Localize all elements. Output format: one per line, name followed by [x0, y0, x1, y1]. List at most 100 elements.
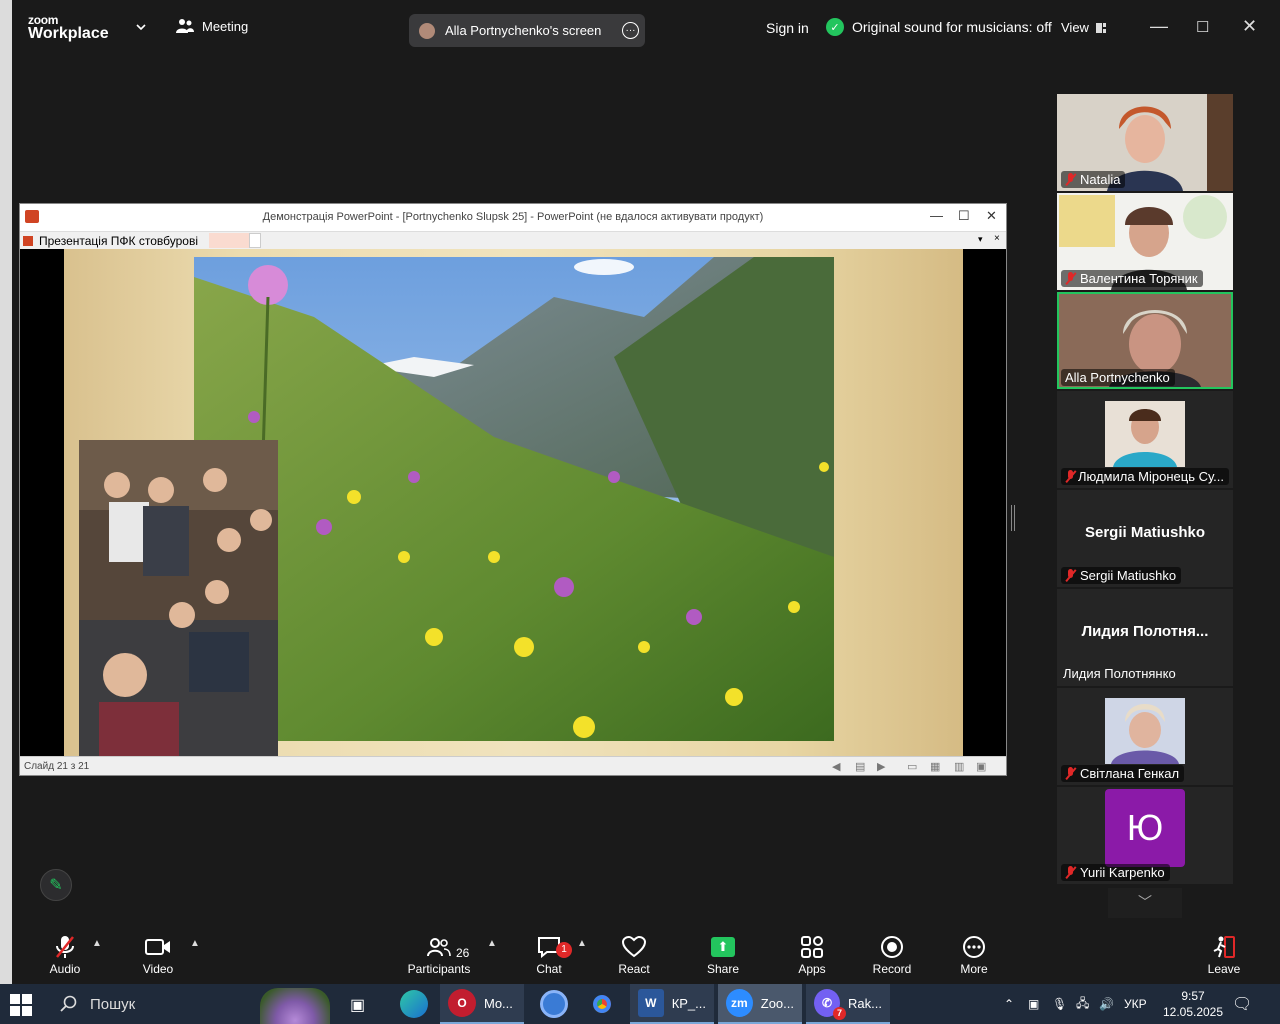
- clock[interactable]: 9:57 12.05.2025: [1160, 988, 1226, 1020]
- participant-tile[interactable]: Світлана Генкал: [1057, 688, 1233, 785]
- ppt-close-button[interactable]: ✕: [986, 208, 997, 224]
- participant-name: Валентина Торяник: [1080, 271, 1198, 286]
- mic-muted-icon: [1065, 272, 1076, 285]
- video-button[interactable]: Video: [123, 934, 193, 976]
- record-button[interactable]: Record: [857, 934, 927, 976]
- ppt-tab-strip: Презентація ПФК стовбурові ▾ ×: [20, 231, 1006, 249]
- volume-icon[interactable]: 🔊: [1099, 984, 1114, 1024]
- chevron-up-icon[interactable]: ▲: [92, 938, 102, 949]
- shield-check-icon: ✓: [826, 18, 844, 36]
- desktop-edge: [0, 0, 12, 984]
- audio-button[interactable]: Audio: [30, 934, 100, 976]
- taskbar-app[interactable]: ✆ 7 Rak...: [806, 984, 890, 1024]
- apps-button[interactable]: Apps: [777, 934, 847, 976]
- chevron-down-icon[interactable]: ﹀: [1108, 888, 1182, 918]
- zoom-logo[interactable]: zoom Workplace: [28, 14, 109, 42]
- participant-tile[interactable]: Natalia: [1057, 94, 1233, 191]
- date: 12.05.2025: [1162, 1005, 1224, 1019]
- layout-icon: [1095, 22, 1106, 33]
- zoom-icon: zm: [726, 989, 753, 1017]
- share-label: Share: [706, 962, 740, 976]
- taskbar-app[interactable]: W КР_...: [630, 984, 714, 1024]
- taskbar-app-chrome-alt[interactable]: [532, 984, 576, 1024]
- word-icon: W: [638, 989, 664, 1017]
- participant-tile[interactable]: Валентина Торяник: [1057, 193, 1233, 290]
- maximize-button[interactable]: ☐: [1196, 18, 1209, 36]
- more-button[interactable]: More: [939, 934, 1009, 976]
- chevron-up-icon[interactable]: ▲: [577, 938, 587, 949]
- language-indicator[interactable]: УКР: [1124, 984, 1147, 1024]
- taskbar-app-label: КР_...: [671, 995, 706, 1011]
- menu-icon[interactable]: ▤: [855, 760, 865, 773]
- mic-tray-icon[interactable]: 🎙: [1052, 984, 1067, 1024]
- ppt-maximize-button[interactable]: ☐: [958, 208, 970, 224]
- logo-line2: Workplace: [28, 25, 109, 42]
- close-button[interactable]: ✕: [1242, 16, 1257, 37]
- participant-tile-active-speaker[interactable]: Alla Portnychenko: [1057, 292, 1233, 389]
- participant-tile[interactable]: Лидия Полотня... Лидия Полотнянко: [1057, 589, 1233, 686]
- ppt-tab[interactable]: [249, 233, 261, 248]
- taskbar-app[interactable]: zm Zoo...: [718, 984, 802, 1024]
- chevron-up-icon[interactable]: ▲: [190, 938, 200, 949]
- chat-icon: [514, 934, 584, 960]
- view-label: View: [1061, 20, 1089, 35]
- prev-slide-icon[interactable]: ◀: [832, 760, 840, 773]
- leave-button[interactable]: Leave: [1189, 934, 1259, 976]
- reading-view-icon[interactable]: ▥: [954, 760, 964, 773]
- minimize-button[interactable]: —: [1150, 16, 1168, 37]
- participant-tile[interactable]: Ю Yurii Karpenko: [1057, 787, 1233, 884]
- chevron-up-icon[interactable]: ▲: [487, 938, 497, 949]
- mic-muted-icon: [1065, 173, 1076, 186]
- react-button[interactable]: React: [599, 934, 669, 976]
- sign-in-link[interactable]: Sign in: [766, 20, 809, 36]
- participant-tile[interactable]: Sergii Matiushko Sergii Matiushko: [1057, 490, 1233, 587]
- normal-view-icon[interactable]: ▭: [907, 760, 917, 773]
- share-button[interactable]: ⬆ Share: [688, 934, 758, 976]
- view-button[interactable]: View: [1061, 20, 1107, 35]
- next-slide-icon[interactable]: ▶: [877, 760, 885, 773]
- meeting-label: Meeting: [202, 18, 249, 34]
- tray-overflow-icon[interactable]: ⌃: [1004, 984, 1014, 1024]
- more-options-icon[interactable]: ···: [622, 22, 639, 39]
- ppt-tab[interactable]: [209, 233, 249, 248]
- taskbar-app[interactable]: O Mo...: [440, 984, 524, 1024]
- notifications-icon[interactable]: 🗨: [1232, 984, 1252, 1024]
- video-label: Video: [142, 962, 174, 976]
- participants-button[interactable]: 26 Participants: [404, 934, 474, 976]
- participant-name: Світлана Генкал: [1080, 766, 1180, 781]
- chat-button[interactable]: 1 Chat: [514, 934, 584, 976]
- weather-widget-icon[interactable]: [260, 988, 330, 1024]
- participant-nametag: Sergii Matiushko: [1061, 567, 1182, 584]
- mic-muted-icon: [1065, 470, 1074, 483]
- network-icon[interactable]: 🖧: [1076, 984, 1089, 1024]
- ppt-tab[interactable]: Презентація ПФК стовбурові: [23, 233, 198, 249]
- annotate-pencil-icon[interactable]: ✎: [40, 869, 72, 901]
- camera-tray-icon[interactable]: ▣: [1028, 984, 1039, 1024]
- participant-nametag: Валентина Торяник: [1061, 270, 1203, 287]
- chevron-down-icon[interactable]: ▾: [978, 234, 983, 245]
- close-icon[interactable]: ×: [994, 233, 1000, 244]
- slideshow-icon[interactable]: ▣: [976, 760, 986, 773]
- shared-screen-indicator[interactable]: Alla Portnychenko's screen ···: [409, 14, 645, 47]
- ppt-minimize-button[interactable]: —: [930, 208, 943, 223]
- windows-start-icon[interactable]: [10, 994, 32, 1016]
- taskbar-app-label: Rak...: [848, 995, 882, 1011]
- leave-label: Leave: [1207, 962, 1241, 976]
- heart-icon: [599, 934, 669, 960]
- participant-tile[interactable]: Людмила Міронець Су...: [1057, 391, 1233, 488]
- task-view-icon[interactable]: ▣: [350, 995, 365, 1015]
- panel-splitter[interactable]: [1011, 505, 1015, 531]
- chrome-icon: [540, 990, 568, 1018]
- share-screen-icon: ⬆: [688, 934, 758, 960]
- taskbar-app-edge[interactable]: [392, 984, 436, 1024]
- taskbar-app-chrome[interactable]: [580, 984, 624, 1024]
- top-bar: zoom Workplace Meeting Alla Portnychenko…: [12, 0, 1280, 56]
- participant-name: Sergii Matiushko: [1080, 568, 1177, 583]
- participant-nametag: Світлана Генкал: [1061, 765, 1185, 782]
- mic-muted-icon: [30, 934, 100, 960]
- chevron-down-icon[interactable]: [136, 22, 146, 32]
- meeting-menu[interactable]: Meeting: [176, 18, 248, 34]
- viber-icon: ✆ 7: [814, 989, 847, 1020]
- slide-sorter-icon[interactable]: ▦: [930, 760, 940, 773]
- original-sound-indicator[interactable]: ✓ Original sound for musicians: off: [826, 18, 1052, 36]
